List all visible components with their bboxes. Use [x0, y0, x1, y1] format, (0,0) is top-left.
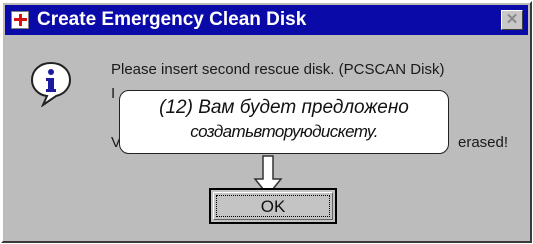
- window-title: Create Emergency Clean Disk: [37, 9, 307, 30]
- title-bar[interactable]: Create Emergency Clean Disk ✕: [5, 5, 528, 35]
- callout-line-1: (12) Вам будет предложено: [159, 97, 409, 118]
- emergency-disk-dialog: Create Emergency Clean Disk ✕ Please ins…: [1, 1, 532, 243]
- ok-button[interactable]: OK: [209, 188, 337, 224]
- info-icon: [30, 61, 72, 107]
- callout-line-2: создатьвторуюдискету.: [190, 122, 378, 141]
- message-line-1-continued: I: [111, 85, 116, 102]
- red-cross-icon: [11, 11, 29, 29]
- ok-button-label: OK: [260, 197, 286, 216]
- close-button[interactable]: ✕: [501, 10, 523, 30]
- annotation-callout: (12) Вам будет предложено создатьвторуюд…: [119, 90, 449, 154]
- message-line-2-end: erased!: [458, 134, 509, 151]
- message-line-1: Please insert second rescue disk. (PCSCA…: [111, 61, 445, 78]
